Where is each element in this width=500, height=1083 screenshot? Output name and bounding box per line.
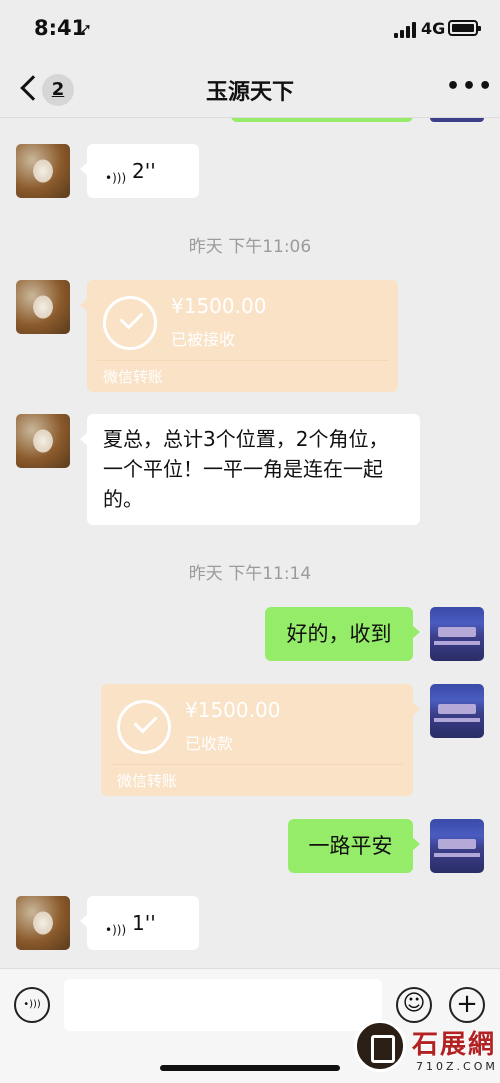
voice-message[interactable]: •))) 1'' xyxy=(80,896,199,950)
battery-icon xyxy=(448,20,481,36)
location-arrow-icon: ➚ xyxy=(80,21,92,37)
nav-bar: 2 玉源天下 ••• xyxy=(0,60,500,118)
transfer-amount: ¥1500.00 xyxy=(185,698,281,722)
contact-avatar[interactable] xyxy=(16,414,70,468)
partial-message-bubble xyxy=(231,118,413,122)
sent-text-message[interactable]: 一路平安 xyxy=(288,819,420,873)
watermark-url: 710Z.COM xyxy=(416,1060,498,1073)
text-message[interactable]: 夏总，总计3个位置，2个角位，一个平位！一平一角是连在一起的。 xyxy=(80,414,420,525)
watermark-text: 石展網 xyxy=(412,1030,497,1060)
voice-wave-icon: •))) xyxy=(105,923,127,937)
transfer-amount: ¥1500.00 xyxy=(171,294,267,318)
divider xyxy=(97,360,388,361)
voice-duration: 2'' xyxy=(132,159,156,183)
unread-count-badge: 2 xyxy=(42,74,74,106)
partial-avatar xyxy=(430,118,484,122)
voice-wave-icon: •))) xyxy=(105,171,127,185)
sent-text-message[interactable]: 好的，收到 xyxy=(265,607,420,661)
transfer-source: 微信转账 xyxy=(117,772,178,790)
home-indicator[interactable] xyxy=(160,1065,340,1071)
divider xyxy=(111,764,403,765)
transfer-status: 已收款 xyxy=(185,734,234,753)
contact-avatar[interactable] xyxy=(16,896,70,950)
message-input[interactable] xyxy=(64,979,382,1031)
user-avatar[interactable] xyxy=(430,607,484,661)
status-time: 8:41 xyxy=(34,16,87,40)
user-avatar[interactable] xyxy=(430,819,484,873)
contact-avatar[interactable] xyxy=(16,280,70,334)
voice-input-toggle-icon[interactable]: •))) xyxy=(14,987,50,1023)
chat-area[interactable]: •))) 2'' 昨天 下午11:06 ¥1500.00 已被接收 微信转账 夏… xyxy=(0,118,500,968)
transfer-message[interactable]: ¥1500.00 已被接收 微信转账 xyxy=(80,280,398,392)
voice-duration: 1'' xyxy=(132,911,156,935)
check-circle-icon xyxy=(117,700,171,754)
check-circle-icon xyxy=(103,296,157,350)
network-type: 4G xyxy=(421,19,446,38)
status-bar: 8:41 ➚ 4G xyxy=(0,0,500,60)
transfer-message[interactable]: ¥1500.00 已收款 微信转账 xyxy=(101,684,420,796)
transfer-status: 已被接收 xyxy=(171,330,236,349)
voice-message[interactable]: •))) 2'' xyxy=(80,144,199,198)
signal-strength-icon xyxy=(394,22,416,38)
watermark: 石展網 710Z.COM xyxy=(350,1010,500,1083)
transfer-source: 微信转账 xyxy=(103,368,164,386)
timestamp: 昨天 下午11:14 xyxy=(188,564,312,584)
timestamp: 昨天 下午11:06 xyxy=(188,237,312,257)
watermark-seal-icon xyxy=(354,1020,406,1072)
contact-avatar[interactable] xyxy=(16,144,70,198)
more-options-icon[interactable]: ••• xyxy=(446,76,492,98)
user-avatar[interactable] xyxy=(430,684,484,738)
back-button[interactable]: 2 xyxy=(18,70,78,110)
